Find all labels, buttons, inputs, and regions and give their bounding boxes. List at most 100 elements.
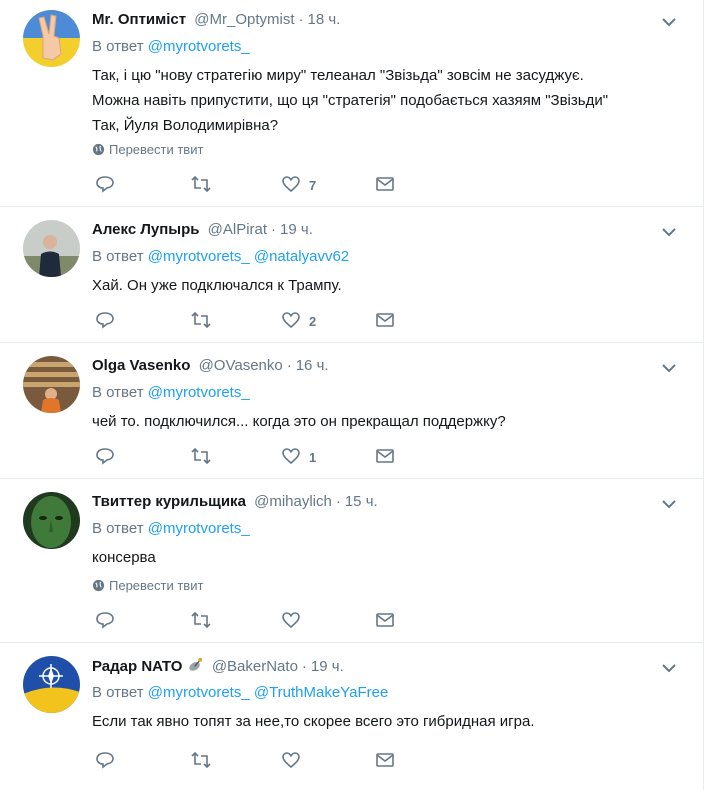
like-button[interactable]: [281, 610, 301, 634]
avatar[interactable]: [23, 220, 80, 277]
author-handle[interactable]: @AlPirat: [208, 221, 267, 238]
message-button[interactable]: [375, 610, 395, 634]
man-portrait-avatar: [23, 220, 80, 277]
reply-label: В ответ: [92, 248, 144, 265]
message-button[interactable]: [375, 750, 395, 774]
reply-button[interactable]: [95, 446, 115, 470]
avatar[interactable]: [23, 656, 80, 713]
envelope-icon: [376, 177, 394, 191]
tweet[interactable]: Твиттер курильщика @mihaylich · 15 ч. В от…: [0, 478, 703, 643]
tweet-time[interactable]: 16 ч.: [296, 357, 329, 374]
message-button[interactable]: [375, 310, 395, 334]
chevron-down-icon[interactable]: [659, 222, 679, 242]
envelope-icon: [376, 753, 394, 767]
author-handle[interactable]: @mihaylich: [254, 493, 332, 510]
globe-icon: [92, 143, 105, 156]
reply-icon: [96, 448, 114, 465]
tweet-time[interactable]: 19 ч.: [280, 221, 313, 238]
translate-label: Перевести твит: [109, 578, 204, 593]
heart-icon: [282, 176, 300, 193]
tweet[interactable]: Алекс Лупырь @AlPirat · 19 ч. В ответ @myr…: [0, 206, 703, 343]
reply-label: В ответ: [92, 384, 144, 401]
tweet-text: Хай. Он уже подключался к Трампу.: [92, 277, 342, 294]
author-name[interactable]: Алекс Лупырь: [92, 221, 199, 238]
reply-label: В ответ: [92, 520, 144, 537]
heart-icon: [282, 448, 300, 465]
retweet-button[interactable]: [190, 446, 212, 470]
translate-label: Перевести твит: [109, 142, 204, 157]
retweet-icon: [191, 311, 211, 329]
separator-dot: ·: [286, 357, 292, 374]
tweet-text: консерва: [92, 549, 156, 566]
separator-dot: ·: [335, 493, 341, 510]
like-button[interactable]: 1: [281, 446, 316, 470]
retweet-button[interactable]: [190, 310, 212, 334]
reply-label: В ответ: [92, 38, 144, 55]
envelope-icon: [376, 313, 394, 327]
like-button[interactable]: 2: [281, 310, 316, 334]
tweet[interactable]: Mr. Оптиміст @Mr_Optymist · 18 ч. В ответ …: [0, 0, 703, 207]
reply-button[interactable]: [95, 750, 115, 774]
tweet-time[interactable]: 18 ч.: [308, 11, 341, 28]
retweet-button[interactable]: [190, 174, 212, 198]
message-button[interactable]: [375, 174, 395, 198]
author-name[interactable]: Olga Vasenko: [92, 357, 190, 374]
mention-link[interactable]: @myrotvorets_: [148, 38, 250, 55]
mention-link[interactable]: @myrotvorets_: [148, 684, 250, 701]
tweet[interactable]: Радар NATO @BakerNato · 19 ч. В ответ @myr…: [0, 642, 703, 790]
author-name[interactable]: Mr. Оптиміст: [92, 11, 186, 28]
retweet-button[interactable]: [190, 750, 212, 774]
author-handle[interactable]: @OVasenko: [199, 357, 283, 374]
avatar[interactable]: [23, 492, 80, 549]
reply-button[interactable]: [95, 310, 115, 334]
mention-link[interactable]: @natalyavv62: [254, 248, 349, 265]
nato-flag-avatar: [23, 656, 80, 713]
author-handle[interactable]: @BakerNato: [212, 658, 298, 675]
avatar[interactable]: [23, 356, 80, 413]
chevron-down-icon[interactable]: [659, 494, 679, 514]
retweet-icon: [191, 175, 211, 193]
reply-button[interactable]: [95, 174, 115, 198]
reply-icon: [96, 612, 114, 629]
translate-link[interactable]: Перевести твит: [92, 141, 203, 159]
tweet[interactable]: Olga Vasenko @OVasenko · 16 ч. В ответ @my…: [0, 342, 703, 479]
globe-icon: [92, 579, 105, 592]
retweet-icon: [191, 447, 211, 465]
tweet-time[interactable]: 15 ч.: [345, 493, 378, 510]
peace-hand-avatar: [23, 10, 80, 67]
like-count: 1: [309, 450, 317, 465]
like-button[interactable]: 7: [281, 174, 316, 198]
chevron-down-icon[interactable]: [659, 358, 679, 378]
retweet-icon: [191, 611, 211, 629]
chevron-down-icon[interactable]: [659, 12, 679, 32]
translate-link[interactable]: Перевести твит: [92, 577, 203, 595]
green-face-avatar: [23, 492, 80, 549]
author-name[interactable]: Радар NATO: [92, 658, 182, 675]
reply-button[interactable]: [95, 610, 115, 634]
envelope-icon: [376, 613, 394, 627]
like-button[interactable]: [281, 750, 301, 774]
heart-icon: [282, 612, 300, 629]
separator-dot: ·: [298, 11, 304, 28]
reply-icon: [96, 176, 114, 193]
woman-portrait-avatar: [23, 356, 80, 413]
reply-icon: [96, 312, 114, 329]
tweet-text: Если так явно топят за нее,то скорее все…: [92, 713, 535, 730]
mention-link[interactable]: @TruthMakeYaFree: [254, 684, 388, 701]
satellite-emoji-icon: [188, 657, 202, 671]
tweet-time[interactable]: 19 ч.: [311, 658, 344, 675]
retweet-button[interactable]: [190, 610, 212, 634]
mention-link[interactable]: @myrotvorets_: [148, 384, 250, 401]
replies-timeline: Mr. Оптиміст @Mr_Optymist · 18 ч. В ответ …: [0, 0, 704, 790]
author-name[interactable]: Твиттер курильщика: [92, 493, 246, 510]
mention-link[interactable]: @myrotvorets_: [148, 248, 250, 265]
chevron-down-icon[interactable]: [659, 658, 679, 678]
heart-icon: [282, 312, 300, 329]
mention-link[interactable]: @myrotvorets_: [148, 520, 250, 537]
author-handle[interactable]: @Mr_Optymist: [194, 11, 294, 28]
message-button[interactable]: [375, 446, 395, 470]
heart-icon: [282, 752, 300, 769]
retweet-icon: [191, 751, 211, 769]
avatar[interactable]: [23, 10, 80, 67]
tweet-text: Так, і цю "нову стратегію миру" телеанал…: [92, 67, 609, 134]
